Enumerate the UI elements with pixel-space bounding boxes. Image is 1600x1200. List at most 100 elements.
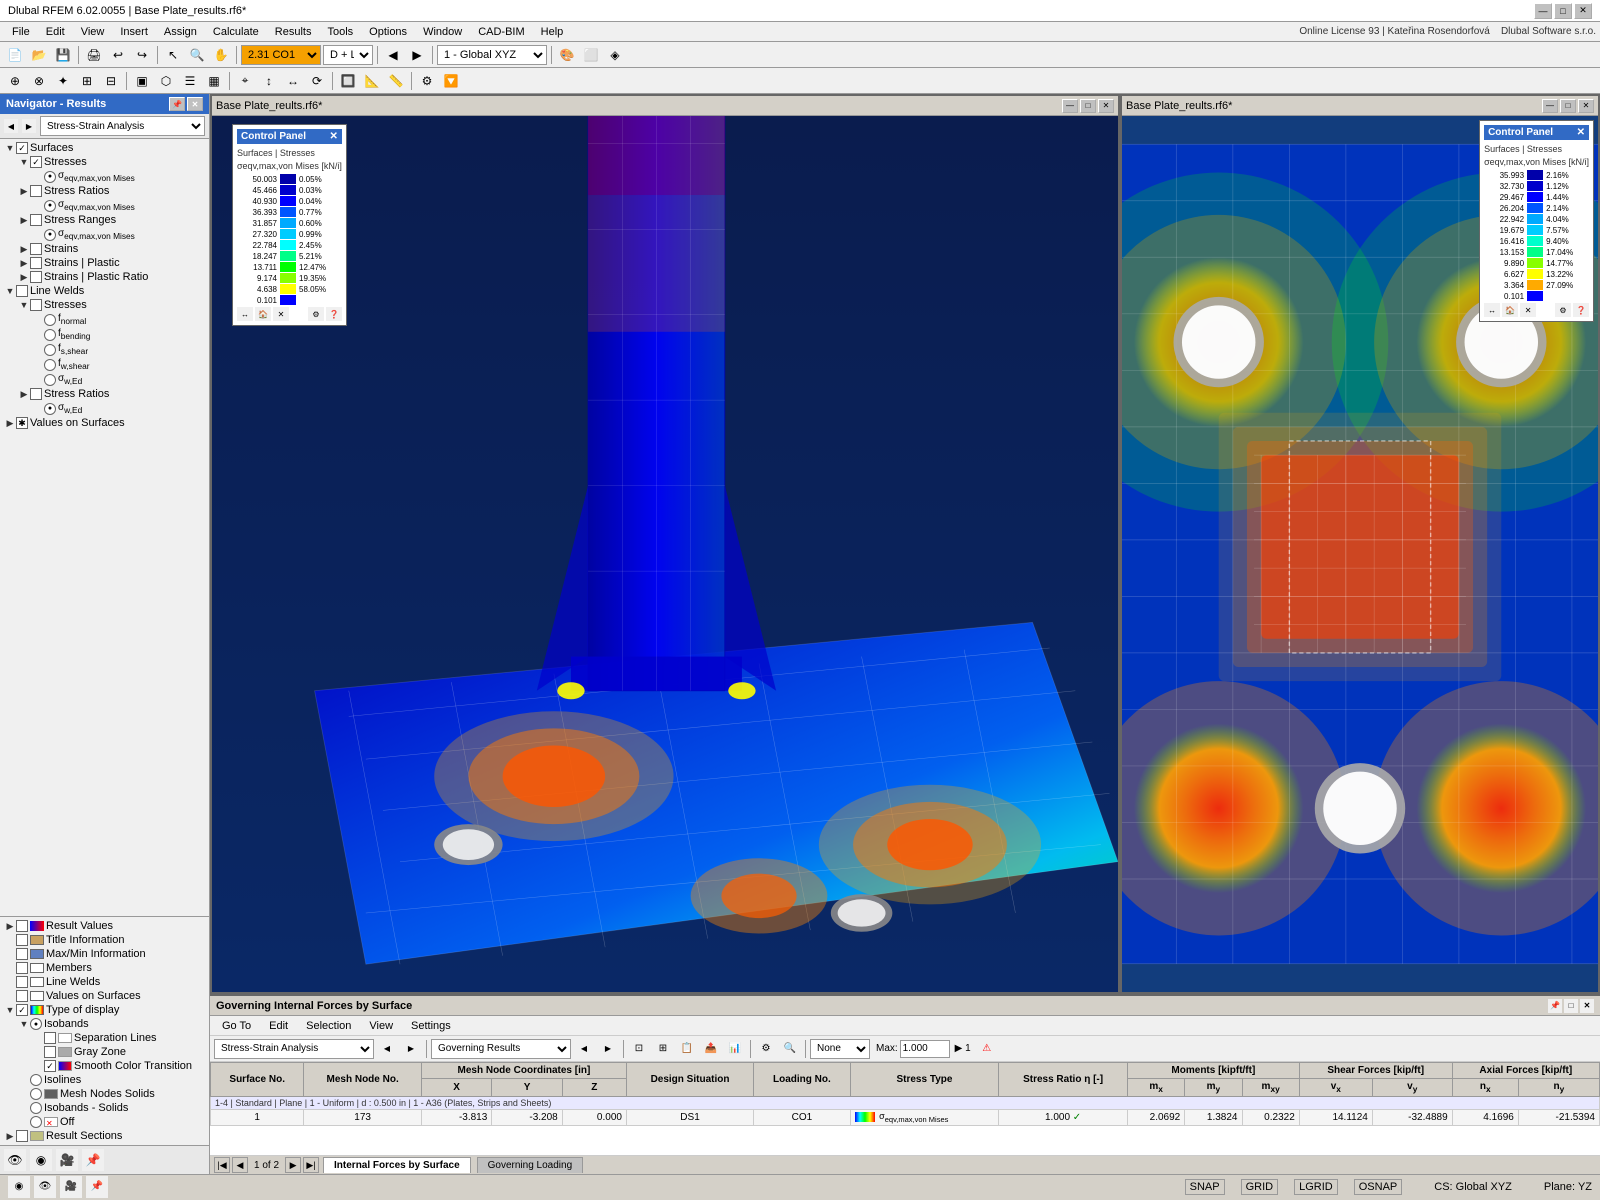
strains-pr-check[interactable]	[30, 271, 42, 283]
rt-settings[interactable]: ⚙	[755, 1038, 777, 1060]
cp-left-close[interactable]: ✕	[330, 131, 338, 142]
rt-chart[interactable]: 📊	[724, 1038, 746, 1060]
toolbar2-btn10[interactable]: ⌖	[234, 70, 256, 92]
tree-fwshear[interactable]: fw,shear	[2, 357, 207, 372]
status-btn3[interactable]: 🎥	[60, 1176, 82, 1198]
status-btn1[interactable]: ◉	[8, 1176, 30, 1198]
tree-strains[interactable]: ▶ Strains	[2, 242, 207, 256]
lwb-check[interactable]	[16, 976, 28, 988]
toolbar2-btn12[interactable]: ↔	[282, 70, 304, 92]
toolbar2-btn7[interactable]: ⬡	[155, 70, 177, 92]
mns-radio[interactable]	[30, 1088, 42, 1100]
select-button[interactable]: ↖	[162, 44, 184, 66]
rt-filter1[interactable]: ⊡	[628, 1038, 650, 1060]
tree-result-sections[interactable]: ▶ Result Sections	[2, 1129, 207, 1143]
tree-line-welds[interactable]: ▼ Line Welds	[2, 284, 207, 298]
results-none-combo[interactable]: None	[810, 1039, 870, 1059]
status-snap[interactable]: SNAP	[1185, 1179, 1225, 1195]
tree-fsshear[interactable]: fs,shear	[2, 342, 207, 357]
menu-view[interactable]: View	[73, 24, 113, 40]
pager-next[interactable]: ▶	[285, 1157, 301, 1173]
off-radio[interactable]	[30, 1116, 42, 1128]
menu-options[interactable]: Options	[361, 24, 415, 40]
ti-check[interactable]	[16, 934, 28, 946]
cp-left-btn1[interactable]: ↔	[237, 307, 253, 321]
fnormal-radio[interactable]	[44, 314, 56, 326]
fsshear-radio[interactable]	[44, 344, 56, 356]
close-button[interactable]: ✕	[1574, 3, 1592, 19]
cp-right-btn5[interactable]: ❓	[1573, 303, 1589, 317]
zoom-button[interactable]: 🔍	[186, 44, 208, 66]
tree-sigma-wed-ratio[interactable]: σw,Ed	[2, 401, 207, 416]
analysis-dropdown[interactable]: Stress-Strain Analysis	[40, 116, 205, 136]
cp-left-btn5[interactable]: ❓	[326, 307, 342, 321]
cp-right-btn2[interactable]: 🏠	[1502, 303, 1518, 317]
results-menu-selection[interactable]: Selection	[298, 1018, 359, 1034]
stresses-check[interactable]: ✓	[30, 156, 42, 168]
results-max-btn[interactable]: □	[1564, 999, 1578, 1013]
rt-next[interactable]: ▶	[400, 1038, 422, 1060]
lw-sr-check[interactable]	[30, 388, 42, 400]
results-analysis-combo[interactable]: Stress-Strain Analysis	[214, 1039, 374, 1059]
strains-plastic-check[interactable]	[30, 257, 42, 269]
nav-video-btn[interactable]: 🎥	[56, 1149, 78, 1171]
tree-surfaces[interactable]: ▼ ✓ Surfaces	[2, 141, 207, 155]
rt-gov-prev[interactable]: ◀	[573, 1038, 595, 1060]
viewport-left-canvas[interactable]: Control Panel ✕ Surfaces | Stresses σeqv…	[212, 116, 1118, 992]
ibs-radio[interactable]	[30, 1102, 42, 1114]
results-tab-internal[interactable]: Internal Forces by Surface	[323, 1157, 471, 1173]
redo-button[interactable]: ↪	[131, 44, 153, 66]
cp-right-btn4[interactable]: ⚙	[1555, 303, 1571, 317]
toolbar2-btn8[interactable]: ☰	[179, 70, 201, 92]
menu-edit[interactable]: Edit	[38, 24, 73, 40]
vp-left-min[interactable]: —	[1062, 99, 1078, 113]
view3d-button[interactable]: ◈	[604, 44, 626, 66]
toolbar2-btn15[interactable]: 📐	[361, 70, 383, 92]
vp-left-max[interactable]: □	[1080, 99, 1096, 113]
toolbar2-btn14[interactable]: 🔲	[337, 70, 359, 92]
nav-prev[interactable]: ◀	[4, 119, 18, 133]
gz-check[interactable]	[44, 1046, 56, 1058]
pager-last[interactable]: ▶|	[303, 1157, 319, 1173]
pager-prev[interactable]: ◀	[232, 1157, 248, 1173]
menu-insert[interactable]: Insert	[112, 24, 156, 40]
toolbar2-btn6[interactable]: ▣	[131, 70, 153, 92]
menu-help[interactable]: Help	[533, 24, 572, 40]
stress-ranges-check[interactable]	[30, 214, 42, 226]
status-btn2[interactable]: 👁	[34, 1176, 56, 1198]
nav-eye-btn[interactable]: 👁	[4, 1149, 26, 1171]
vp-right-max[interactable]: □	[1560, 99, 1576, 113]
results-menu-settings[interactable]: Settings	[403, 1018, 459, 1034]
results-governing-combo[interactable]: Governing Results	[431, 1039, 571, 1059]
nav-render-btn[interactable]: ◉	[30, 1149, 52, 1171]
new-button[interactable]: 📄	[4, 44, 26, 66]
iso-radio[interactable]	[30, 1018, 42, 1030]
menu-cadbim[interactable]: CAD-BIM	[470, 24, 532, 40]
results-close-btn[interactable]: ✕	[1580, 999, 1594, 1013]
td-check[interactable]: ✓	[16, 1004, 28, 1016]
tree-title-information[interactable]: Title Information	[2, 933, 207, 947]
toolbar2-btn16[interactable]: 📏	[385, 70, 407, 92]
tree-isobands-solids[interactable]: Isobands - Solids	[2, 1101, 207, 1115]
sc-check[interactable]: ✓	[44, 1060, 56, 1072]
status-lgrid[interactable]: LGRID	[1294, 1179, 1338, 1195]
rv-check[interactable]	[16, 920, 28, 932]
sigma-radio[interactable]	[44, 171, 56, 183]
toolbar2-filter[interactable]: 🔽	[440, 70, 462, 92]
tree-gray-zone[interactable]: Gray Zone	[2, 1045, 207, 1059]
sl-check[interactable]	[44, 1032, 56, 1044]
fwshear-radio[interactable]	[44, 359, 56, 371]
cp-right-btn1[interactable]: ↔	[1484, 303, 1500, 317]
undo-button[interactable]: ↩	[107, 44, 129, 66]
cp-left-btn4[interactable]: ⚙	[308, 307, 324, 321]
results-menu-edit[interactable]: Edit	[261, 1018, 296, 1034]
table-row[interactable]: 1 173 -3.813 -3.208 0.000 DS1 CO1 σeqv,m…	[211, 1110, 1600, 1126]
sigma-ratio-radio[interactable]	[44, 200, 56, 212]
tree-sigma-wed[interactable]: σw,Ed	[2, 372, 207, 387]
tree-strains-plastic[interactable]: ▶ Strains | Plastic	[2, 256, 207, 270]
rt-warning[interactable]: ⚠	[976, 1038, 998, 1060]
tree-isobands[interactable]: ▼ Isobands	[2, 1017, 207, 1031]
dc-combo[interactable]: D + L	[323, 45, 373, 65]
il-radio[interactable]	[30, 1074, 42, 1086]
vp-right-close[interactable]: ✕	[1578, 99, 1594, 113]
